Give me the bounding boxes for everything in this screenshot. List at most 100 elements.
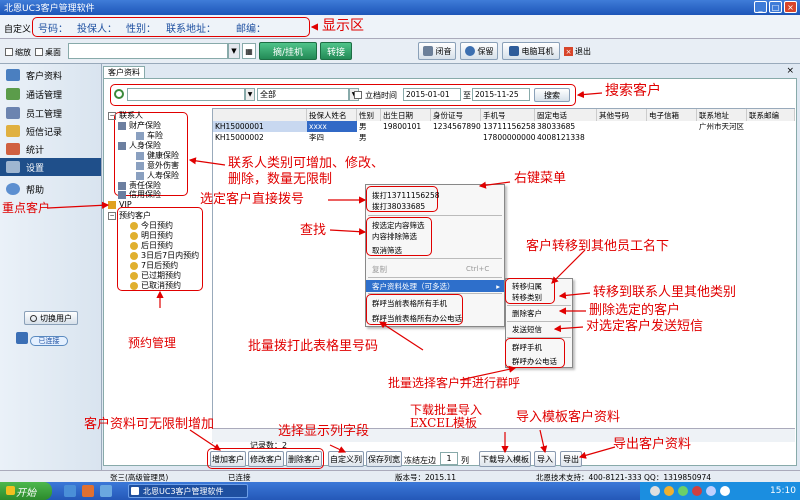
custom-columns-button[interactable]: 自定义列 bbox=[328, 451, 364, 467]
annotation-appointment-mgmt: 预约管理 bbox=[128, 336, 177, 350]
window-title: 北恩UC3客户管理软件 bbox=[4, 4, 95, 14]
nav-item-calls[interactable]: 通话管理 bbox=[0, 85, 101, 103]
export-button[interactable]: 导出 bbox=[560, 451, 582, 467]
tree-appt-item[interactable]: 已取消预约 bbox=[130, 280, 181, 291]
pc-headset-button[interactable]: 电脑耳机 bbox=[502, 42, 560, 60]
menu-item-filter-exclude[interactable]: 内容排除筛选 bbox=[358, 230, 448, 242]
transfer-button[interactable]: 转接 bbox=[320, 42, 352, 60]
grid-header[interactable]: 性别 bbox=[357, 109, 381, 121]
nav-item-customers[interactable]: 客户资料 bbox=[0, 66, 101, 84]
keyword-dropdown-arrow[interactable]: ▼ bbox=[245, 88, 255, 101]
field-insured: 投保人： bbox=[77, 24, 117, 35]
grid-header[interactable]: 身份证号 bbox=[431, 109, 481, 121]
nav-item-settings[interactable]: 设置 bbox=[0, 158, 101, 176]
date-from-input[interactable]: 2015-01-01 bbox=[403, 88, 461, 101]
hangup-button[interactable]: 摘/挂机 bbox=[259, 42, 317, 60]
desktop-checkbox[interactable] bbox=[35, 48, 43, 56]
tray-icon[interactable] bbox=[706, 486, 716, 496]
menu-item-copy[interactable]: 复制 bbox=[358, 263, 418, 275]
minimize-button[interactable]: _ bbox=[754, 1, 767, 13]
hold-button[interactable]: 保留 bbox=[460, 42, 498, 60]
search-button[interactable]: 搜索 bbox=[534, 88, 570, 102]
menu-item-group-call-office-sub[interactable]: 群呼办公电话 bbox=[498, 355, 568, 367]
menu-item-transfer-category[interactable]: 转移类别 bbox=[498, 291, 568, 303]
dial-dropdown-arrow[interactable]: ▼ bbox=[228, 43, 240, 59]
menu-separator bbox=[368, 258, 502, 259]
grid-header[interactable] bbox=[213, 109, 307, 121]
table-cell: 38033685 bbox=[537, 122, 576, 131]
download-template-button[interactable]: 下载导入模板 bbox=[479, 451, 531, 467]
search-icon bbox=[114, 89, 124, 99]
process-label: 客户资料处理（可多选） bbox=[372, 281, 455, 291]
grid-header[interactable]: 联系邮编 bbox=[747, 109, 795, 121]
nav-item-stats[interactable]: 统计 bbox=[0, 140, 101, 158]
exit-button[interactable]: × 退出 bbox=[564, 46, 591, 57]
phone-icon bbox=[6, 88, 20, 100]
close-button[interactable]: × bbox=[784, 1, 797, 13]
annotation-delete-selected: 删除选定的客户 bbox=[589, 303, 681, 318]
menu-item-group-call-office[interactable]: 群呼当前表格所有办公电话 bbox=[358, 312, 468, 324]
freeze-count-stepper[interactable]: 1 bbox=[440, 452, 458, 465]
tray-icon[interactable] bbox=[664, 486, 674, 496]
menu-item-delete-customer[interactable]: 删除客户 bbox=[498, 307, 568, 319]
tray-icon[interactable] bbox=[678, 486, 688, 496]
tray-icon[interactable] bbox=[650, 486, 660, 496]
menu-item-cancel-filter[interactable]: 取消筛选 bbox=[358, 244, 448, 256]
nav-item-help[interactable]: 帮助 bbox=[0, 180, 101, 198]
menu-item-process-customers[interactable]: 客户资料处理（可多选） ▸ bbox=[366, 280, 504, 292]
tab-customers[interactable]: 客户资料 bbox=[103, 66, 145, 78]
save-column-width-button[interactable]: 保存列宽 bbox=[366, 451, 402, 467]
grid-header[interactable]: 电子信箱 bbox=[647, 109, 697, 121]
grid-header[interactable]: 出生日期 bbox=[381, 109, 431, 121]
maximize-button[interactable]: □ bbox=[769, 1, 782, 13]
grid-header[interactable]: 投保人姓名 bbox=[307, 109, 357, 121]
annotation-category-edit: 联系人类别可增加、修改、 bbox=[228, 156, 385, 171]
nav-item-staff[interactable]: 员工管理 bbox=[0, 104, 101, 122]
dial-number-input[interactable] bbox=[68, 43, 228, 59]
mute-icon bbox=[422, 46, 433, 56]
table-cell: 男 bbox=[359, 122, 367, 131]
quicklaunch-folder-icon[interactable] bbox=[100, 485, 112, 497]
connection-icon bbox=[16, 332, 28, 344]
menu-item-group-call-mobile-sub[interactable]: 群呼手机 bbox=[498, 341, 568, 353]
add-customer-button[interactable]: 增加客户 bbox=[210, 451, 246, 467]
taskbar: 开始 北恩UC3客户管理软件 15:10 bbox=[0, 482, 800, 500]
tray-icon[interactable] bbox=[692, 486, 702, 496]
tree-item[interactable]: 信用保险 bbox=[118, 189, 161, 200]
grid-header[interactable]: 联系地址 bbox=[697, 109, 747, 121]
date-from-value: 2015-01-01 bbox=[406, 90, 450, 99]
tree-label: 信用保险 bbox=[129, 190, 161, 199]
table-cell bbox=[597, 121, 647, 132]
nav-item-sms[interactable]: 短信记录 bbox=[0, 122, 101, 140]
table-cell: 李四 bbox=[309, 133, 324, 142]
import-button[interactable]: 导入 bbox=[534, 451, 556, 467]
custom-label[interactable]: 自定义 bbox=[4, 22, 31, 35]
switch-user-button[interactable]: 切换用户 bbox=[24, 311, 78, 325]
quicklaunch-media-icon[interactable] bbox=[82, 485, 94, 497]
close-tab-icon[interactable]: × bbox=[786, 66, 794, 76]
delete-customer-button[interactable]: 删除客户 bbox=[286, 451, 322, 467]
freeze-left-label: 冻结左边 bbox=[404, 456, 436, 465]
annotation-excel-template: EXCEL模板 bbox=[410, 416, 478, 430]
archive-time-checkbox[interactable] bbox=[354, 91, 362, 99]
menu-item-send-sms[interactable]: 发送短信 bbox=[498, 323, 568, 335]
shrink-checkbox[interactable] bbox=[5, 48, 13, 56]
quicklaunch-ie-icon[interactable] bbox=[64, 485, 76, 497]
menu-item-dial-landline[interactable]: 拨打38033685 bbox=[358, 200, 448, 212]
grid-header[interactable]: 手机号 bbox=[481, 109, 535, 121]
edit-customer-button[interactable]: 修改客户 bbox=[248, 451, 284, 467]
table-cell: 13711156258 bbox=[483, 122, 535, 131]
search-keyword-input[interactable] bbox=[127, 88, 245, 101]
table-cell: KH15000002 bbox=[215, 133, 264, 142]
dialpad-icon[interactable]: ▦ bbox=[242, 43, 256, 59]
taskbar-app-button[interactable]: 北恩UC3客户管理软件 bbox=[128, 484, 248, 498]
date-to-input[interactable]: 2015-11-25 bbox=[472, 88, 530, 101]
menu-item-group-call-mobile[interactable]: 群呼当前表格所有手机 bbox=[358, 297, 468, 309]
scope-select[interactable]: 全部 bbox=[257, 88, 349, 101]
tray-icon[interactable] bbox=[720, 486, 730, 496]
grid-header[interactable]: 固定电话 bbox=[535, 109, 597, 121]
grid-header[interactable]: 其他号码 bbox=[597, 109, 647, 121]
annotation-category-unlimited: 删除，数量无限制 bbox=[228, 172, 333, 187]
mute-button[interactable]: 闭音 bbox=[418, 42, 456, 60]
field-gender: 性别： bbox=[126, 24, 156, 35]
